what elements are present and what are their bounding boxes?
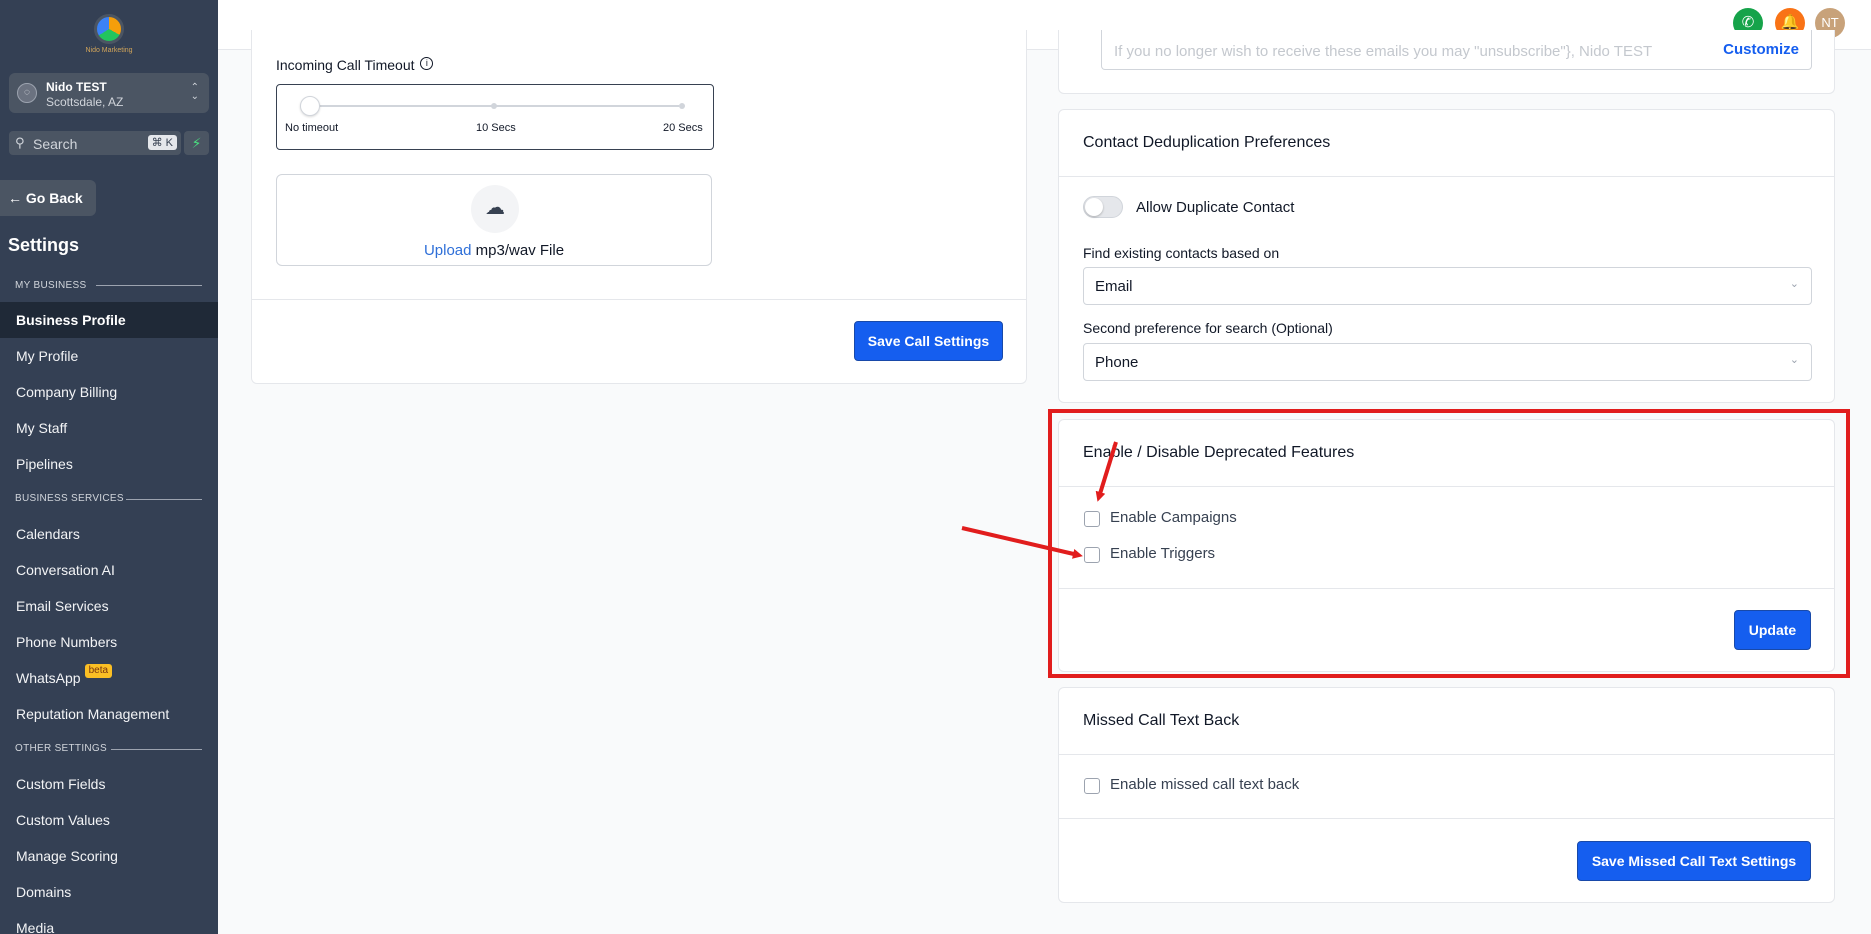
sidebar-item-phone-numbers[interactable]: Phone Numbers <box>0 624 218 660</box>
search-icon: ⚲ <box>15 135 25 150</box>
enable-missed-call-label: Enable missed call text back <box>1110 776 1300 793</box>
sidebar-item-my-profile[interactable]: My Profile <box>0 338 218 374</box>
incoming-call-timeout-label: Incoming Call Timeout i <box>276 57 434 73</box>
divider <box>1059 818 1834 819</box>
sidebar-item-manage-scoring[interactable]: Manage Scoring <box>0 838 218 874</box>
quick-actions-bolt-icon[interactable]: ⚡ <box>184 131 209 155</box>
call-settings-card: Incoming Call Timeout i No timeout 10 Se… <box>251 30 1027 384</box>
company-logo[interactable]: Nido Marketing <box>80 14 138 58</box>
selected-value: Email <box>1095 278 1133 295</box>
sidebar-item-media[interactable]: Media <box>0 910 218 934</box>
upload-text: Upload mp3/wav File <box>277 242 711 259</box>
sidebar-item-custom-values[interactable]: Custom Values <box>0 802 218 838</box>
tick-label: No timeout <box>285 122 339 134</box>
email-footer-field[interactable]: If you no longer wish to receive these e… <box>1101 30 1812 70</box>
search-placeholder: Search <box>33 136 78 152</box>
sidebar-item-business-profile[interactable]: Business Profile <box>0 302 218 338</box>
enable-missed-call-checkbox[interactable] <box>1084 778 1100 794</box>
missed-call-card: Missed Call Text Back Enable missed call… <box>1058 687 1835 903</box>
divider <box>111 749 202 750</box>
divider <box>252 299 1026 300</box>
section-other-settings: OTHER SETTINGS <box>15 743 107 754</box>
search-shortcut: ⌘ K <box>147 135 177 150</box>
logo-mark <box>94 14 124 44</box>
info-icon: i <box>420 57 434 70</box>
dedup-title: Contact Deduplication Preferences <box>1083 134 1331 151</box>
email-footer-text: If you no longer wish to receive these e… <box>1114 43 1653 60</box>
sidebar-item-pipelines[interactable]: Pipelines <box>0 446 218 482</box>
second-preference-label: Second preference for search (Optional) <box>1083 320 1333 336</box>
slider-tick <box>491 103 497 109</box>
chevron-down-icon: ⌄ <box>1789 354 1799 366</box>
sidebar-item-company-billing[interactable]: Company Billing <box>0 374 218 410</box>
card-header: Contact Deduplication Preferences <box>1059 110 1834 177</box>
beta-badge: beta <box>84 664 113 678</box>
sidebar-item-reputation-management[interactable]: Reputation Management <box>0 696 218 732</box>
save-missed-call-button[interactable]: Save Missed Call Text Settings <box>1577 841 1811 881</box>
upload-dropzone[interactable]: ☁ Upload mp3/wav File <box>276 174 712 266</box>
account-switcher[interactable]: ◌ Nido TEST Scottsdale, AZ ⌃ ⌄ <box>9 73 209 113</box>
missed-call-title: Missed Call Text Back <box>1083 712 1240 729</box>
sidebar: Nido Marketing ◌ Nido TEST Scottsdale, A… <box>0 0 218 934</box>
tick-label: 20 Secs <box>663 122 703 134</box>
sidebar-item-whatsapp[interactable]: WhatsApp beta <box>0 660 218 696</box>
cloud-upload-icon: ☁ <box>471 185 519 233</box>
sidebar-item-domains[interactable]: Domains <box>0 874 218 910</box>
logo-text: Nido Marketing <box>85 47 133 54</box>
sidebar-item-email-services[interactable]: Email Services <box>0 588 218 624</box>
divider <box>126 499 202 500</box>
email-footer-card: If you no longer wish to receive these e… <box>1058 30 1835 94</box>
arrow-left-icon: ← <box>8 190 22 206</box>
go-back-label: Go Back <box>25 190 83 206</box>
chevron-up-down-icon: ⌃ ⌄ <box>190 82 199 102</box>
tick-label: 10 Secs <box>476 122 516 134</box>
card-header: Missed Call Text Back <box>1059 688 1834 755</box>
find-existing-select[interactable]: Email ⌄ <box>1083 267 1812 305</box>
sidebar-item-my-staff[interactable]: My Staff <box>0 410 218 446</box>
sidebar-item-custom-fields[interactable]: Custom Fields <box>0 766 218 802</box>
sidebar-item-calendars[interactable]: Calendars <box>0 516 218 552</box>
customize-link[interactable]: Customize <box>1717 41 1799 58</box>
upload-link[interactable]: Upload <box>424 242 472 259</box>
section-my-business: MY BUSINESS <box>15 280 87 291</box>
search-input[interactable]: ⚲ Search ⌘ K <box>9 131 181 155</box>
account-location: Scottsdale, AZ <box>46 95 124 109</box>
sidebar-item-conversation-ai[interactable]: Conversation AI <box>0 552 218 588</box>
second-preference-select[interactable]: Phone ⌄ <box>1083 343 1812 381</box>
find-existing-label: Find existing contacts based on <box>1083 245 1280 261</box>
annotation-highlight-box <box>1048 409 1850 678</box>
save-call-settings-button[interactable]: Save Call Settings <box>854 321 1003 361</box>
settings-title: Settings <box>8 235 80 255</box>
upload-suffix: mp3/wav File <box>475 242 565 259</box>
toggle-knob <box>1085 198 1103 216</box>
allow-duplicate-toggle[interactable] <box>1083 196 1123 218</box>
chevron-down-icon: ⌄ <box>1789 278 1799 290</box>
slider-tick <box>679 103 685 109</box>
timeout-slider-box: No timeout 10 Secs 20 Secs <box>276 84 714 150</box>
sidebar-item-label: WhatsApp <box>16 670 81 686</box>
go-back-button[interactable]: ← Go Back <box>0 180 96 216</box>
divider <box>96 285 202 286</box>
selected-value: Phone <box>1095 354 1139 371</box>
contact-dedup-card: Contact Deduplication Preferences Allow … <box>1058 109 1835 403</box>
section-business-services: BUSINESS SERVICES <box>15 493 124 504</box>
slider-handle[interactable] <box>300 96 320 116</box>
account-name: Nido TEST <box>46 80 107 94</box>
user-icon: ◌ <box>17 83 37 103</box>
allow-duplicate-label: Allow Duplicate Contact <box>1136 199 1295 216</box>
